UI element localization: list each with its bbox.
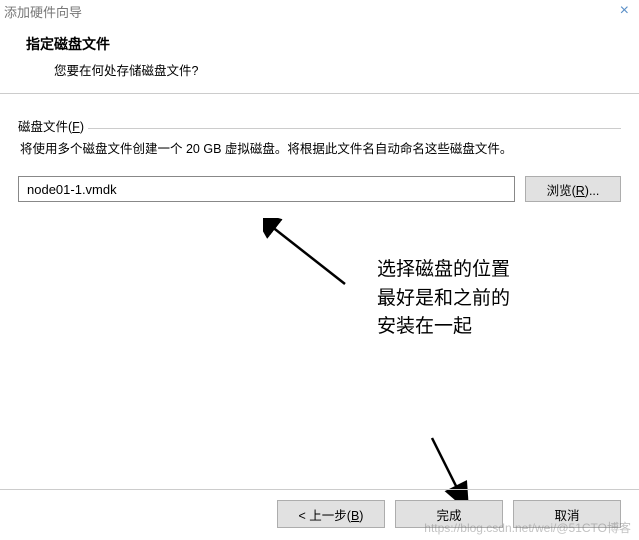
annotation-arrow-to-input bbox=[263, 218, 353, 292]
browse-button[interactable]: 浏览(R)... bbox=[525, 176, 621, 202]
group-label-disk-file: 磁盘文件(F) bbox=[18, 116, 88, 135]
window-title: 添加硬件向导 bbox=[4, 2, 82, 21]
finish-button[interactable]: 完成 bbox=[395, 500, 503, 528]
page-title: 指定磁盘文件 bbox=[26, 34, 619, 54]
wizard-header: 指定磁盘文件 您要在何处存储磁盘文件? bbox=[0, 22, 639, 94]
wizard-button-bar: < 上一步(B) 完成 取消 bbox=[0, 489, 639, 528]
close-icon[interactable]: × bbox=[614, 2, 635, 20]
group-description: 将使用多个磁盘文件创建一个 20 GB 虚拟磁盘。将根据此文件名自动命名这些磁盘… bbox=[18, 139, 621, 160]
group-divider bbox=[18, 128, 621, 129]
page-subtitle: 您要在何处存储磁盘文件? bbox=[26, 60, 619, 79]
disk-file-input[interactable] bbox=[18, 176, 515, 202]
cancel-button[interactable]: 取消 bbox=[513, 500, 621, 528]
annotation-note: 选择磁盘的位置 最好是和之前的 安装在一起 bbox=[377, 256, 510, 342]
back-button[interactable]: < 上一步(B) bbox=[277, 500, 385, 528]
